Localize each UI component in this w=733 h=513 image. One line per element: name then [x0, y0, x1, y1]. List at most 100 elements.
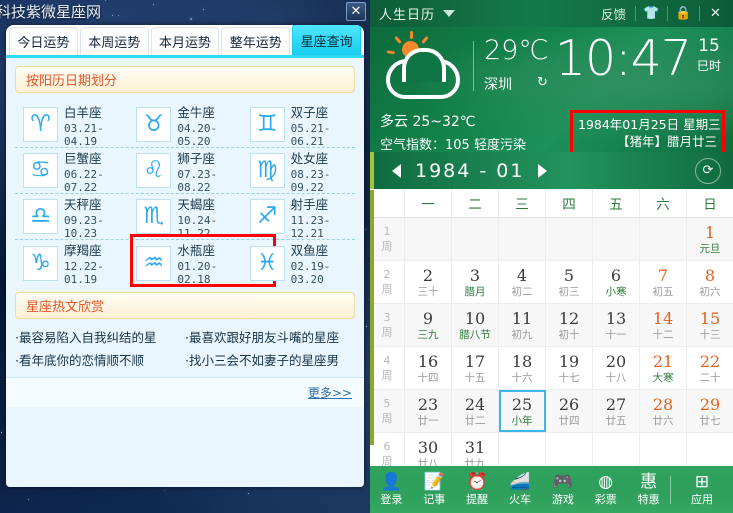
zodiac-date: 07.23-08.22	[177, 167, 218, 194]
calendar-day-cell[interactable]: 4 初二	[499, 261, 546, 303]
zodiac-item-sagittarius[interactable]: ♐ 射手座 11.23-12.21	[242, 194, 355, 240]
calendar-day-cell[interactable]: 19 十七	[546, 347, 593, 389]
list-item[interactable]: ·最喜欢跟好朋友斗嘴的星座	[185, 326, 355, 349]
calendar-day-cell[interactable]: 6 小寒	[593, 261, 640, 303]
zodiac-item-gemini[interactable]: ♊ 双子座 05.21-06.21	[242, 102, 355, 148]
next-month-button[interactable]	[538, 163, 548, 178]
calendar-day-cell[interactable]: 1 元旦	[687, 218, 733, 260]
calendar-day-cell[interactable]: 11 初九	[499, 304, 546, 346]
zodiac-date: 12.22-01.19	[64, 260, 104, 286]
tab-week[interactable]: 本周运势	[79, 27, 149, 55]
calendar-day-cell[interactable]: 20 十八	[593, 347, 640, 389]
zodiac-item-capricorn[interactable]: ♑ 摩羯座 12.22-01.19	[15, 240, 128, 286]
list-item[interactable]: ·找小三会不如妻子的星座男	[185, 349, 355, 372]
calendar-day-cell[interactable]: 7 初五	[640, 261, 687, 303]
dock-item-train[interactable]: 🚄 火车	[499, 473, 542, 507]
tab-year[interactable]: 整年运势	[221, 27, 291, 55]
zodiac-date: 02.19-03.20	[290, 260, 331, 286]
selected-date-lunar: 【猪年】腊月廿三	[616, 134, 717, 149]
calendar-day-cell[interactable]: 13 十一	[593, 304, 640, 346]
day-lunar-label: 初二	[511, 285, 533, 298]
cancer-icon: ♋	[23, 153, 58, 188]
dock-item-login[interactable]: 👤 登录	[370, 473, 413, 507]
close-icon[interactable]: ✕	[700, 0, 731, 27]
calendar-day-cell[interactable]: 5 初三	[546, 261, 593, 303]
close-icon[interactable]: ✕	[346, 2, 366, 21]
zodiac-item-aries[interactable]: ♈ 白羊座 03.21-04.19	[15, 102, 128, 148]
calendar-day-cell[interactable]: 27 廿五	[593, 390, 640, 432]
dock-item-notes[interactable]: 📝 记事	[413, 473, 456, 507]
return-to-today-icon[interactable]: ⟳	[695, 157, 721, 184]
day-number: 2	[422, 265, 434, 285]
aquarius-icon: ♒	[136, 245, 172, 281]
skin-icon[interactable]: 👕	[636, 0, 667, 27]
day-lunar-label: 初十	[558, 328, 580, 341]
calendar-day-cell[interactable]: 18 十六	[499, 347, 546, 389]
astrology-window-title: 科技紫微星座网	[0, 3, 102, 21]
feedback-button[interactable]: 反馈	[592, 4, 635, 23]
calendar-day-cell[interactable]: 24 廿二	[452, 390, 499, 432]
day-number: 17	[464, 351, 486, 371]
calendar-day-cell[interactable]: 22 二十	[687, 347, 733, 389]
day-lunar-label: 十二	[652, 328, 674, 341]
tab-month[interactable]: 本月运势	[150, 27, 220, 55]
calendar-day-cell[interactable]: 21 大寒	[640, 347, 687, 389]
clock-time: 10:47	[554, 30, 692, 87]
calendar-week-row: 2 周 2 三十 3 腊月 4 初二 5 初三 6 小寒 7 初五 8 初六	[370, 261, 733, 304]
calendar-day-cell[interactable]: 15 十三	[687, 304, 733, 346]
calendar-day-cell[interactable]: 9 三九	[405, 304, 452, 346]
zodiac-item-pisces[interactable]: ♓ 双鱼座 02.19-03.20	[242, 240, 355, 286]
more-link[interactable]: 更多>>	[308, 384, 352, 401]
astrology-tabs: 今日运势 本周运势 本月运势 整年运势 星座查询	[6, 25, 364, 58]
prev-month-button[interactable]	[392, 163, 401, 178]
dock-item-deals[interactable]: 惠 特惠	[627, 473, 670, 507]
list-item[interactable]: ·看年底你的恋情顺不顺	[15, 349, 185, 372]
bottom-dock: 👤 登录 📝 记事 ⏰ 提醒 🚄 火车 🎮 游戏 ◍ 彩票 惠 特惠 ⊞ 应用	[370, 466, 733, 513]
tab-today[interactable]: 今日运势	[9, 27, 78, 55]
calendar-day-cell[interactable]: 28 廿六	[640, 390, 687, 432]
calendar-day-cell[interactable]: 8 初六	[687, 261, 733, 303]
zodiac-name: 射手座	[290, 196, 329, 212]
zodiac-item-virgo[interactable]: ♍ 处女座 08.23-09.22	[242, 148, 355, 194]
zodiac-item-libra[interactable]: ♎ 天秤座 09.23-10.23	[15, 194, 128, 240]
calendar-day-cell[interactable]: 2 三十	[405, 261, 452, 303]
zodiac-item-leo[interactable]: ♌ 狮子座 07.23-08.22	[128, 148, 241, 194]
calendar-grid: 1 周 1 元旦 2 周 2 三十 3 腊月 4 初二 5 初三 6 小寒 7 初五 8 初六 3 周 9 三九 10 腊八节 11…	[370, 218, 733, 476]
zodiac-item-taurus[interactable]: ♉ 金牛座 04.20-05.20	[128, 102, 241, 148]
clock-shichen: 巳时	[696, 59, 721, 73]
calendar-day-cell[interactable]: 3 腊月	[452, 261, 499, 303]
calendar-day-cell[interactable]: 10 腊八节	[452, 304, 499, 346]
day-number: 13	[605, 308, 627, 328]
list-item[interactable]: ·最容易陷入自我纠结的星	[15, 326, 185, 349]
zodiac-item-aquarius-selected[interactable]: ♒ 水瓶座 01.20-02.18	[128, 234, 277, 287]
day-number: 15	[699, 308, 721, 328]
dock-item-lottery[interactable]: ◍ 彩票	[584, 473, 627, 507]
chevron-down-icon[interactable]	[443, 10, 456, 17]
calendar-day-cell[interactable]: 29 廿七	[687, 390, 733, 432]
calendar-app-title: 人生日历	[379, 8, 436, 23]
calendar-day-cell[interactable]: 16 十四	[405, 347, 452, 389]
aries-icon: ♈	[23, 107, 58, 142]
zodiac-item-scorpio[interactable]: ♏ 天蝎座 10.24-11.22	[128, 194, 241, 240]
calendar-day-cell[interactable]: 26 廿四	[546, 390, 593, 432]
day-lunar-label: 二十	[699, 371, 721, 384]
tab-sign-lookup[interactable]: 星座查询	[292, 25, 361, 55]
zodiac-row: ♑ 摩羯座 12.22-01.19 ♒ 水瓶座 01.20-02.18 ♓ 双鱼…	[15, 234, 355, 287]
zodiac-date: 03.21-04.19	[64, 121, 104, 148]
dock-item-apps[interactable]: ⊞ 应用	[671, 472, 733, 507]
apps-icon: ⊞	[694, 472, 710, 492]
zodiac-date: 01.20-02.18	[177, 260, 218, 286]
dock-item-reminder[interactable]: ⏰ 提醒	[456, 473, 499, 507]
day-lunar-label: 大寒	[652, 371, 674, 384]
calendar-empty-cell	[405, 218, 452, 260]
calendar-day-cell[interactable]: 25 小年	[499, 390, 546, 432]
calendar-day-cell[interactable]: 17 十五	[452, 347, 499, 389]
lock-icon[interactable]: 🔒	[668, 0, 699, 27]
zodiac-item-cancer[interactable]: ♋ 巨蟹座 06.22-07.22	[15, 148, 128, 194]
dock-item-game[interactable]: 🎮 游戏	[541, 473, 584, 507]
calendar-day-cell[interactable]: 14 十二	[640, 304, 687, 346]
calendar-day-cell[interactable]: 12 初十	[546, 304, 593, 346]
day-lunar-label: 小寒	[605, 285, 627, 298]
refresh-icon[interactable]: ↻	[537, 75, 548, 90]
calendar-day-cell[interactable]: 23 廿一	[405, 390, 452, 432]
